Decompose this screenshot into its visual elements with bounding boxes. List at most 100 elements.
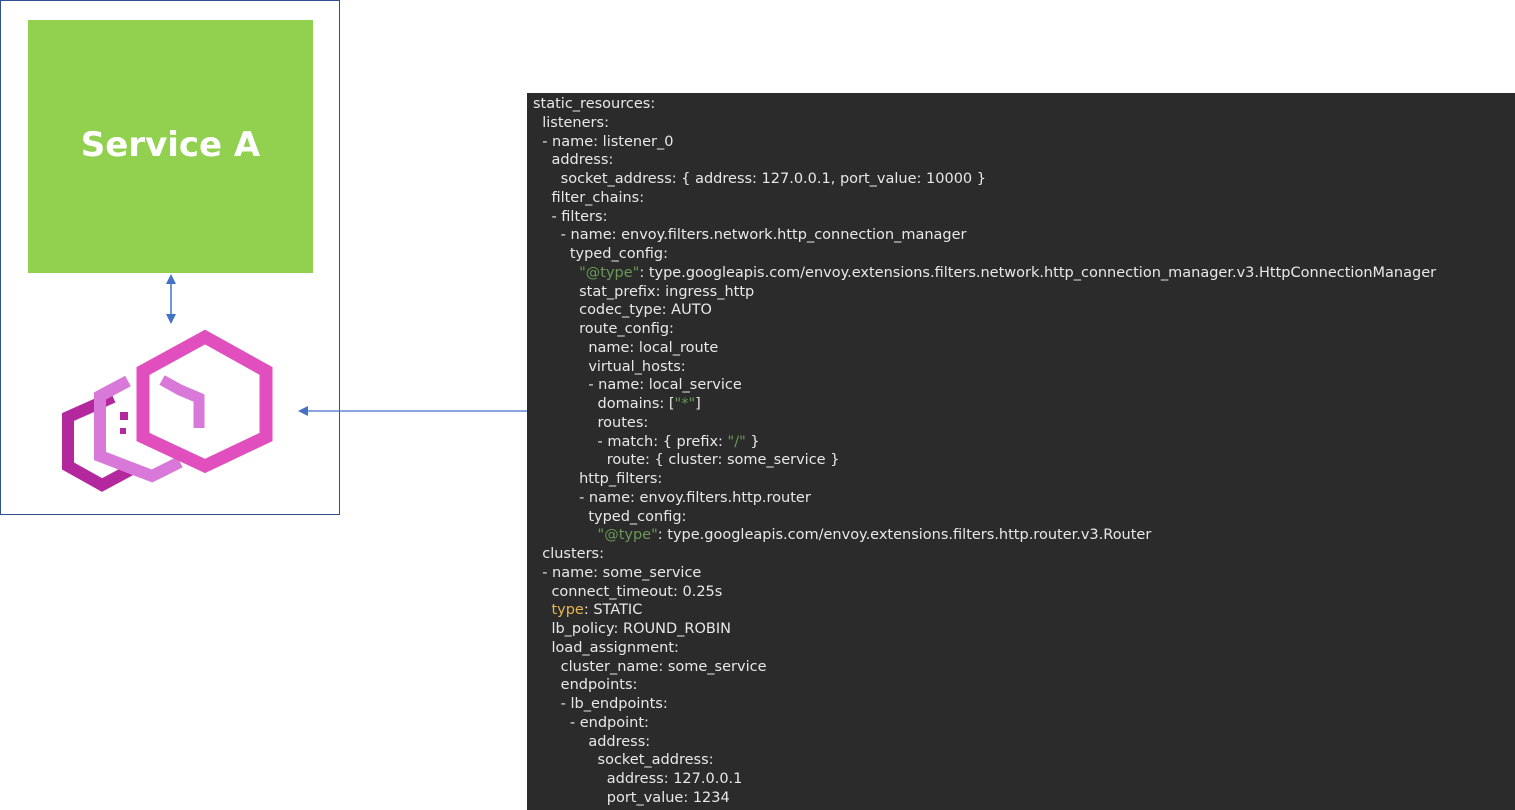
code-line: filter_chains: [533,189,1515,208]
code-token: - lb_endpoints: [560,696,668,712]
code-token: "*" [674,396,696,412]
code-line: endpoints: [533,676,1515,695]
code-token: : STATIC [583,602,643,619]
code-line: stat_prefix: ingress_http [533,283,1515,302]
code-line: routes: [533,414,1515,433]
code-line: connect_timeout: 0.25s [533,583,1515,602]
code-token: stat_prefix: ingress_http [579,283,755,300]
code-line: listeners: [533,114,1515,133]
code-token: "@type" [579,264,640,281]
code-line: - name: local_service [533,376,1515,395]
code-line: typed_config: [533,508,1515,527]
code-line: http_filters: [533,470,1515,489]
code-line: - name: envoy.filters.network.http_conne… [533,226,1515,245]
code-line: address: [533,151,1515,170]
code-token: } [745,433,760,450]
code-token: - match: { prefix: [597,433,728,450]
yaml-config-panel: static_resources: listeners: - name: lis… [527,93,1515,810]
code-token: "/" [727,433,746,450]
code-line: socket_address: [533,751,1515,770]
code-token: cluster_name: some_service [560,658,767,675]
code-token: address: [588,733,651,750]
code-line: typed_config: [533,245,1515,264]
code-token: address: 127.0.0.1 [606,771,743,787]
code-line: virtual_hosts: [533,358,1515,377]
code-token: typed_config: [588,508,687,525]
code-token: http_filters: [579,471,663,487]
code-token: static_resources: [533,96,656,112]
code-line: - name: some_service [533,564,1515,583]
code-token: - name: envoy.filters.http.router [579,489,811,506]
code-token: socket_address: [597,752,714,769]
code-line: "@type": type.googleapis.com/envoy.exten… [533,264,1515,283]
envoy-logo-icon [62,329,273,492]
code-line: route: { cluster: some_service } [533,451,1515,470]
code-line: - filters: [533,208,1515,227]
code-line: - name: listener_0 [533,133,1515,152]
code-token: clusters: [542,546,604,562]
code-line: - endpoint: [533,714,1515,733]
code-token: - name: listener_0 [542,133,674,150]
code-token: - endpoint: [569,714,649,731]
code-token: endpoints: [560,677,638,694]
code-line: codec_type: AUTO [533,301,1515,320]
code-token: route: { cluster: some_service } [606,452,840,469]
code-token: name: local_route [588,339,719,356]
code-token: virtual_hosts: [588,358,686,375]
code-lines: static_resources: listeners: - name: lis… [533,95,1515,808]
code-line: "@type": type.googleapis.com/envoy.exten… [533,526,1515,545]
code-line: clusters: [533,545,1515,564]
code-token: load_assignment: [551,639,679,656]
code-token: - name: some_service [542,564,702,581]
code-token: connect_timeout: 0.25s [551,583,723,600]
code-line: type: STATIC [533,601,1515,620]
code-token: - name: local_service [588,377,742,394]
code-token: ] [695,396,701,412]
code-line: route_config: [533,320,1515,339]
code-line: name: local_route [533,339,1515,358]
code-line: socket_address: { address: 127.0.0.1, po… [533,170,1515,189]
code-token: lb_policy: ROUND_ROBIN [551,621,731,637]
code-token: typed_config: [569,246,668,262]
code-token: port_value: 1234 [606,789,730,806]
code-token: routes: [597,414,649,431]
code-line: lb_policy: ROUND_ROBIN [533,620,1515,639]
code-line: address: [533,733,1515,752]
code-token: listeners: [542,114,609,131]
code-token: : type.googleapis.com/envoy.extensions.f… [657,527,1152,544]
code-token: codec_type: AUTO [579,302,712,319]
code-token: type [551,602,584,619]
code-token: route_config: [579,321,674,337]
code-line: domains: ["*"] [533,395,1515,414]
code-line: - lb_endpoints: [533,695,1515,714]
code-token: address: [551,152,614,169]
